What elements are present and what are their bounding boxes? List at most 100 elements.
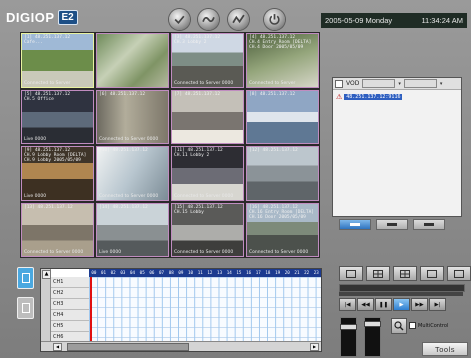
layout-single-button[interactable] [339,266,363,281]
check-icon [174,15,185,25]
tools-button[interactable]: Tools [422,342,468,356]
playback-button[interactable] [228,9,249,30]
playback-controls: |◀ ◀◀ ❚❚ ▶ ▶▶ ▶| [339,298,446,311]
fullscreen-icon [454,269,464,278]
scroll-right-icon[interactable]: ▶ [310,343,319,351]
zoom-button[interactable] [391,318,407,334]
multicontrol-toggle[interactable]: MultiControl [409,322,448,329]
camera-tile-16[interactable]: [16] 48.251.137.12 CH.16 Entry Room [DEL… [246,202,319,257]
tab-icon [387,223,397,226]
camera-tile-1[interactable]: [1] 48.251.137.12 Cafe... Connected to Se… [21,33,94,88]
channel-row[interactable]: CH4 [51,310,89,321]
camera-tile-5[interactable]: [5] 48.251.137.12 CH.5 Office Live 0000 [21,89,94,144]
panel-tabs [339,219,445,230]
play-button[interactable]: ▶ [393,298,410,311]
vod-list-item[interactable]: ⚠ 48.251.137.12:9116 [336,93,458,101]
tab-monitor[interactable] [376,219,408,230]
camera-tile-4[interactable]: [4] 48.251.137.12 CH.4 Entry Room [DELTA… [246,33,319,88]
scroll-up-icon[interactable]: ▲ [42,270,51,279]
camera-status-text: Connected to Server 0000 [174,250,234,255]
digiop-logo: DIGIOP E2 [6,6,78,28]
camera-overlay-text: [7] 48.251.137.12 [174,91,221,97]
signal-icon [232,14,245,24]
exit-button[interactable] [264,9,285,30]
camera-status-text: Connected to Server 0000 [24,250,84,255]
timeline-horizontal-scrollbar[interactable]: ◀ ▶ [41,341,321,351]
skip-end-button[interactable]: ▶| [429,298,446,311]
grid-icon [21,273,30,283]
nine-view-icon [400,269,410,278]
camera-overlay-text: [13] 48.251.137.12 [24,204,73,210]
camera-tile-14[interactable]: [14] 48.251.137.12 Live 0000 [96,202,169,257]
pause-button[interactable]: ❚❚ [375,298,392,311]
camera-status-text: Connected to Server [24,80,71,86]
camera-status-text: Connected to Server 0000 [174,80,234,86]
hour-label: 06 [149,270,155,275]
camera-tile-6[interactable]: [6] 48.251.137.12 Connected to Server 000… [96,89,169,144]
camera-tile-15[interactable]: [15] 48.251.137.12 CH.15 Lobby Connected … [171,202,244,257]
camera-tile-3[interactable]: [3] 48.251.137.12 CH.3 Lobby 2 Connected … [171,33,244,88]
vod-checkbox[interactable] [335,79,343,88]
layout-full-button[interactable] [447,266,471,281]
hour-label: 17 [255,270,261,275]
camera-status-text: Connected to Server 0000 [249,250,309,255]
camera-feed [97,203,168,256]
vod-select-1[interactable] [362,79,396,88]
vod-item-label: 48.251.137.12:9116 [344,94,403,100]
layout-quad-button[interactable] [366,266,390,281]
live-view-button[interactable] [169,9,190,30]
hour-label: 21 [294,270,300,275]
recording-timeline[interactable]: ▲ ▼ 000102 03 0405 06 0708 09 1011 12 1314 15 1617… [40,268,322,352]
brand-name: DIGIOP [6,9,55,25]
camera-tile-10[interactable]: [10] 48.251.137.12 Connected to Server 00… [96,146,169,201]
channel-row[interactable]: CH1 [51,277,89,288]
brightness-slider[interactable] [364,317,381,357]
channel-row[interactable]: CH5 [51,321,89,332]
timeline-vertical-scrollbar[interactable]: ▲ ▼ [41,269,51,351]
scroll-thumb[interactable] [67,343,189,351]
multicontrol-checkbox[interactable] [409,322,416,329]
search-button[interactable] [198,9,219,30]
hour-label: 12 [207,270,213,275]
hour-label: 07 [159,270,165,275]
hour-label: 20 [284,270,290,275]
timeline-view-button[interactable] [17,267,34,289]
timeline-grid[interactable] [89,277,321,341]
channel-row[interactable]: CH3 [51,299,89,310]
camera-tile-8[interactable]: [8] 48.251.137.12 [246,89,319,144]
hour-label: 02 [110,270,116,275]
event-view-button[interactable] [17,297,34,319]
brightness-knob[interactable] [364,321,381,327]
layout-nine-button[interactable] [393,266,417,281]
layout-sixteen-button[interactable] [420,266,444,281]
hour-label: 09 [178,270,184,275]
camera-overlay-text: [8] 48.251.137.12 [249,91,296,97]
channel-row[interactable]: CH2 [51,288,89,299]
camera-overlay-text: [10] 48.251.137.12 [99,148,148,153]
fast-forward-button[interactable]: ▶▶ [411,298,428,311]
hour-label: 00 [91,270,97,275]
camera-tile-13[interactable]: [13] 48.251.137.12 Connected to Server 00… [21,202,94,257]
playback-position-slider[interactable] [339,284,465,292]
rewind-button[interactable]: ◀◀ [357,298,374,311]
tab-list[interactable] [413,219,445,230]
camera-tile-12[interactable]: [12] 48.251.137.12 [246,146,319,201]
camera-tile-9[interactable]: [9] 48.251.137.12 CH.9 Lobby Room [DELTA… [21,146,94,201]
camera-status-text: Connected to Server 0000 [174,193,234,199]
volume-slider[interactable] [340,317,357,357]
tab-vod[interactable] [339,219,371,230]
scroll-left-icon[interactable]: ◀ [53,343,62,351]
volume-knob[interactable] [340,324,357,330]
hour-label: 15 [236,270,242,275]
camera-feed [97,34,168,87]
camera-tile-11[interactable]: [11] 48.251.137.12 CH.11 Lobby 2 Connecte… [171,146,244,201]
hour-label: 08 [168,270,174,275]
camera-tile-2[interactable] [96,33,169,88]
model-badge: E2 [57,9,78,25]
timeline-cursor[interactable] [90,277,92,341]
skip-start-button[interactable]: |◀ [339,298,356,311]
playback-speed-slider[interactable] [339,292,463,296]
hour-label: 22 [304,270,310,275]
camera-tile-7[interactable]: [7] 48.251.137.12 [171,89,244,144]
vod-select-2[interactable] [403,79,437,88]
